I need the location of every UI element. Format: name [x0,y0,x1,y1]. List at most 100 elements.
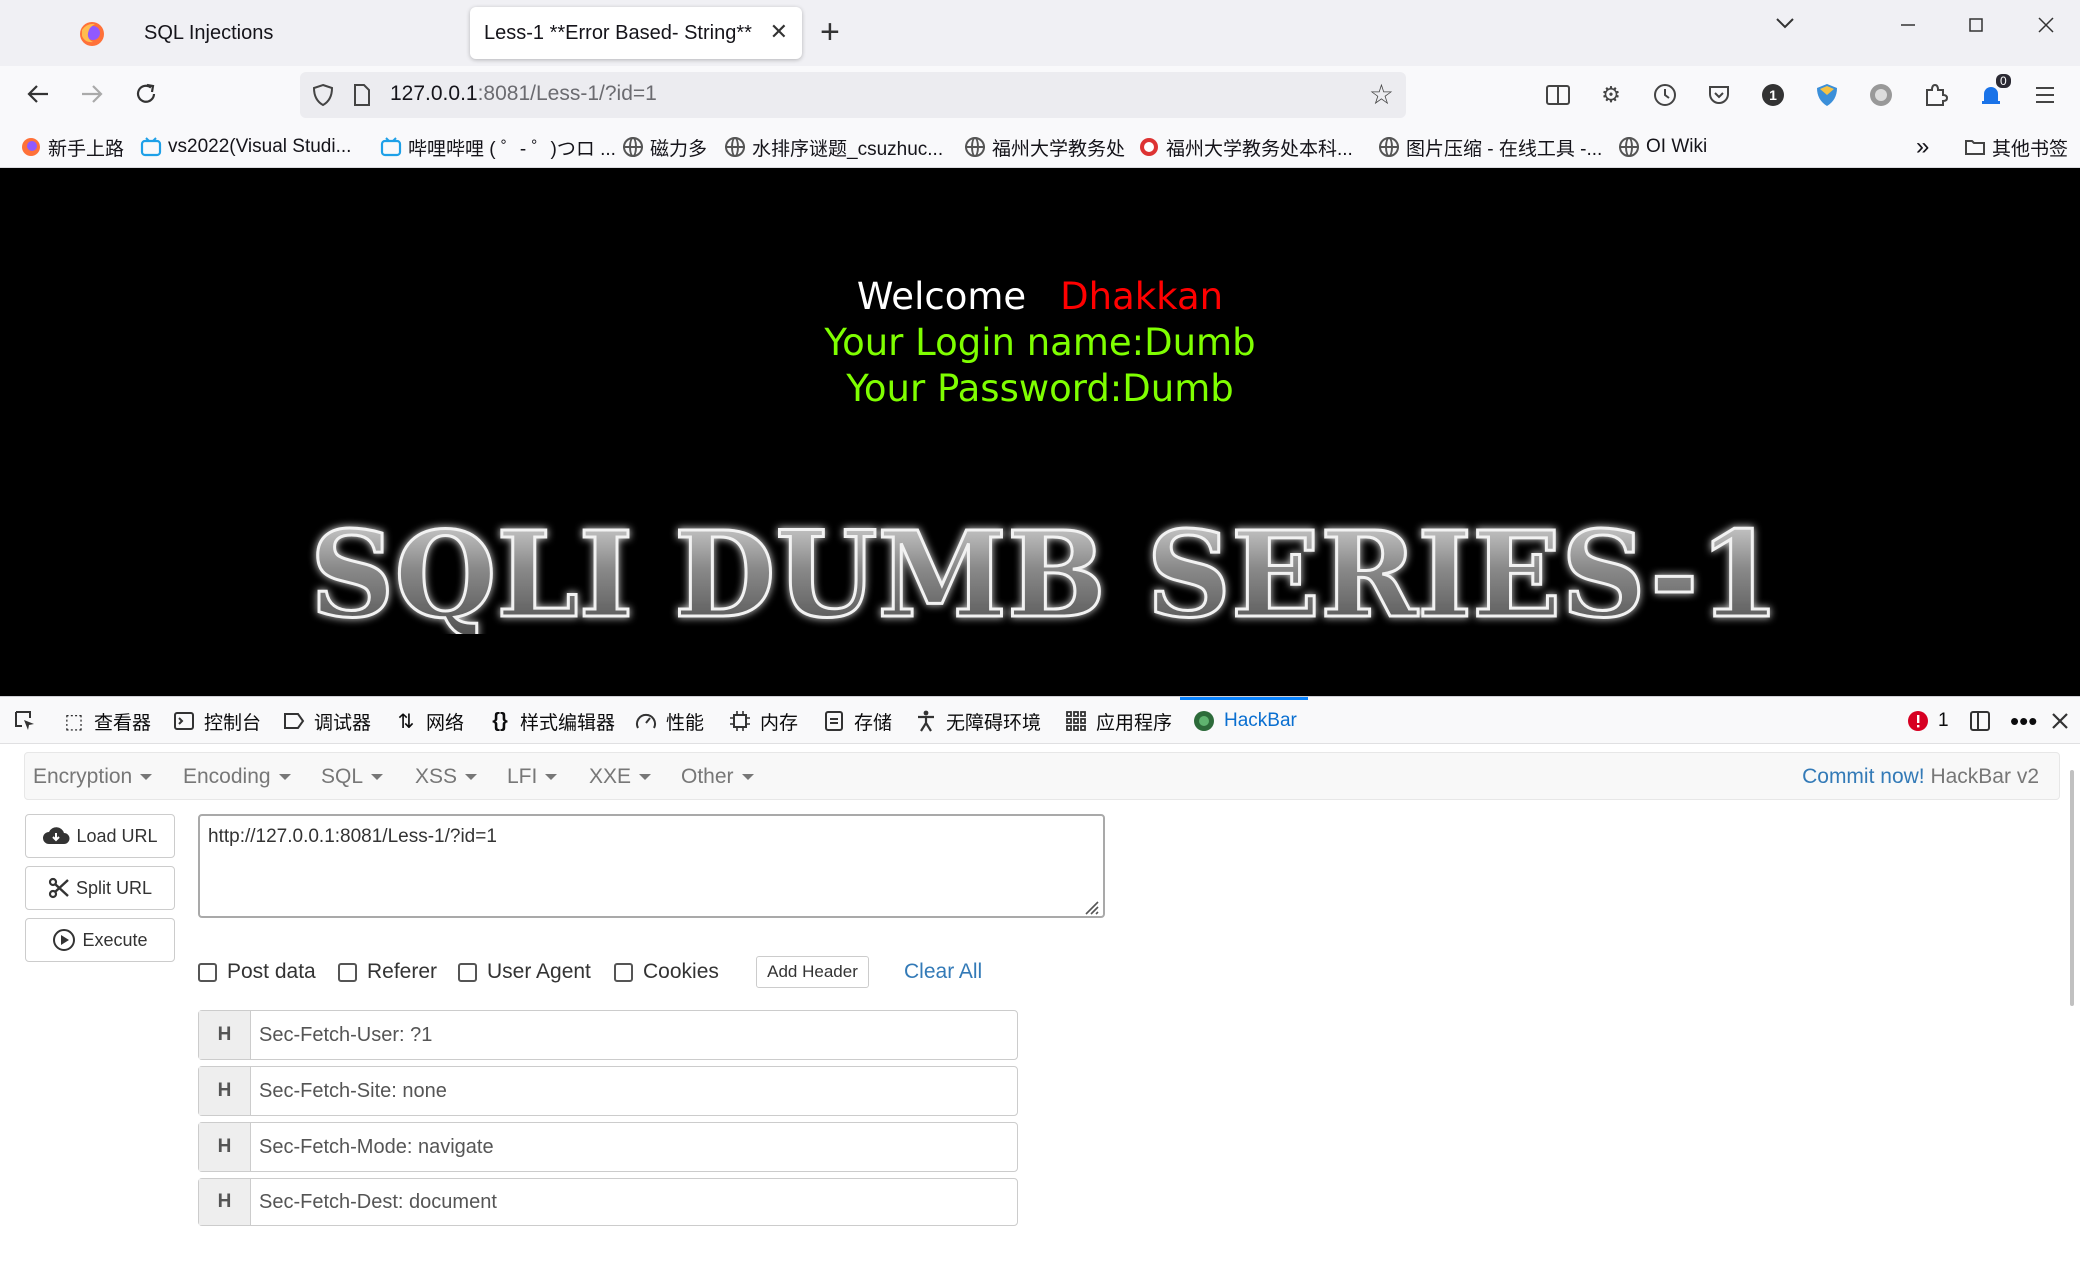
other-bookmarks-folder[interactable]: 其他书签 [1964,132,2068,162]
firefox-view-button[interactable] [66,12,118,56]
minimize-window-button[interactable] [1898,14,1918,42]
settings-gear-icon[interactable]: ⚙ [1596,80,1626,110]
menu-label: XXE [589,765,632,788]
bookmark-item[interactable]: OI Wiki [1618,132,1707,162]
tab-less-1[interactable]: Less-1 **Error Based- String** ✕ [470,7,802,59]
maximize-window-button[interactable] [1966,14,1986,42]
shield-icon[interactable] [310,82,336,113]
header-row: H Sec-Fetch-Dest: document [198,1178,1018,1226]
bookmark-star-icon[interactable]: ☆ [1369,78,1394,111]
notification-count-badge: 0 [1996,74,2011,88]
extension-badge-icon[interactable]: 1 [1758,80,1788,110]
tab-network[interactable]: ⇅ 网络 [394,707,464,735]
dock-side-icon[interactable] [1968,707,1992,735]
reload-button[interactable] [132,80,160,114]
clear-all-link[interactable]: Clear All [904,960,982,984]
list-all-tabs-icon[interactable] [1774,12,1796,41]
globe-icon [964,136,986,158]
load-url-button[interactable]: Load URL [25,814,175,858]
close-devtools-icon[interactable] [2050,707,2070,735]
tab-accessibility[interactable]: 无障碍环境 [914,707,1041,735]
referer-option[interactable]: Referer [338,960,437,984]
vpn-extension-icon[interactable] [1812,80,1842,110]
cookies-option[interactable]: Cookies [614,960,719,984]
menu-sql[interactable]: SQL [321,765,384,789]
add-header-button[interactable]: Add Header [756,956,869,988]
back-button[interactable] [24,80,52,114]
header-value-input[interactable]: Sec-Fetch-Dest: document [251,1179,1017,1225]
app-menu-icon[interactable] [2030,80,2060,110]
panel-scrollbar[interactable] [2070,770,2074,1006]
user-agent-checkbox[interactable] [458,962,477,982]
new-tab-button[interactable]: + [820,14,840,50]
tab-label: 应用程序 [1096,712,1173,734]
post-data-option[interactable]: Post data [198,960,316,984]
more-bookmarks-chevron-icon[interactable]: » [1916,132,1929,162]
bookmark-item[interactable]: 新手上路 [20,132,124,162]
referer-checkbox[interactable] [338,962,357,982]
notification-bell-icon[interactable]: 0 [1976,74,2011,110]
bookmark-item[interactable]: 水排序谜题_csuzhuc... [724,132,943,162]
menu-encoding[interactable]: Encoding [183,765,291,789]
header-value-input[interactable]: Sec-Fetch-Site: none [251,1067,1017,1115]
header-value-input[interactable]: Sec-Fetch-User: ?1 [251,1011,1017,1059]
reader-view-icon[interactable] [1543,80,1573,110]
menu-label: LFI [507,765,538,788]
url-input[interactable]: http://127.0.0.1:8081/Less-1/?id=1 [198,814,1105,918]
post-data-checkbox[interactable] [198,962,217,982]
caret-down-icon [741,774,754,781]
menu-other[interactable]: Other [681,765,754,789]
menu-xxe[interactable]: XXE [589,765,652,789]
tab-inspector[interactable]: ⬚ 查看器 [62,707,151,735]
tab-memory[interactable]: 内存 [728,707,798,735]
url-text[interactable]: 127.0.0.1:8081/Less-1/?id=1 [390,82,657,106]
element-picker-icon[interactable] [12,707,38,735]
tab-performance[interactable]: 性能 [634,707,704,735]
error-count-indicator[interactable]: 1 [1906,707,1949,735]
header-value-input[interactable]: Sec-Fetch-Mode: navigate [251,1123,1017,1171]
tab-hackbar[interactable]: HackBar [1192,707,1297,735]
close-window-button[interactable] [2036,14,2056,42]
tab-title: SQL Injections [144,21,274,44]
forward-button[interactable] [78,80,106,114]
page-info-icon[interactable] [350,82,374,113]
tab-sql-injections[interactable]: SQL Injections [130,7,466,59]
bookmark-item[interactable]: 图片压缩 - 在线工具 -... [1378,132,1602,162]
play-circle-icon [52,928,76,952]
header-tag: H [199,1179,251,1225]
tab-style-editor[interactable]: {} 样式编辑器 [488,707,615,735]
tab-title: Less-1 **Error Based- String** [484,21,752,44]
resize-grip-icon[interactable] [1080,896,1100,916]
bookmark-item[interactable]: 福州大学教务处 [964,132,1125,162]
cookies-checkbox[interactable] [614,962,633,982]
split-url-button[interactable]: Split URL [25,866,175,910]
menu-xss[interactable]: XSS [415,765,478,789]
bookmark-item[interactable]: vs2022(Visual Studi... [140,132,351,162]
menu-label: SQL [321,765,364,788]
bookmark-item[interactable]: 磁力多 [622,132,707,162]
close-tab-icon[interactable]: ✕ [770,19,788,45]
header-tag: H [199,1067,251,1115]
menu-lfi[interactable]: LFI [507,765,558,789]
menu-encryption[interactable]: Encryption [33,765,153,789]
tab-debugger[interactable]: 调试器 [282,707,371,735]
tab-storage[interactable]: 存储 [822,707,892,735]
tab-application[interactable]: 应用程序 [1064,707,1172,735]
caret-down-icon [278,774,291,781]
bookmark-label: 福州大学教务处 [992,138,1126,160]
address-bar[interactable]: 127.0.0.1:8081/Less-1/?id=1 ☆ [300,72,1406,118]
execute-button[interactable]: Execute [25,918,175,962]
caret-down-icon [545,774,558,781]
commit-now-link[interactable]: Commit now! [1802,765,1925,788]
error-icon [1906,709,1930,733]
history-clock-icon[interactable] [1650,80,1680,110]
pocket-icon[interactable] [1704,80,1734,110]
tab-console[interactable]: 控制台 [172,707,261,735]
record-extension-icon[interactable] [1866,80,1896,110]
memory-chip-icon [728,709,752,733]
extensions-puzzle-icon[interactable] [1920,80,1950,110]
bookmark-item[interactable]: 哔哩哔哩 ( ゜- ゜)つロ ... [380,132,616,162]
bookmark-item[interactable]: 福州大学教务处本科... [1138,132,1353,162]
more-options-icon[interactable]: ••• [2010,706,2037,736]
user-agent-option[interactable]: User Agent [458,960,591,984]
